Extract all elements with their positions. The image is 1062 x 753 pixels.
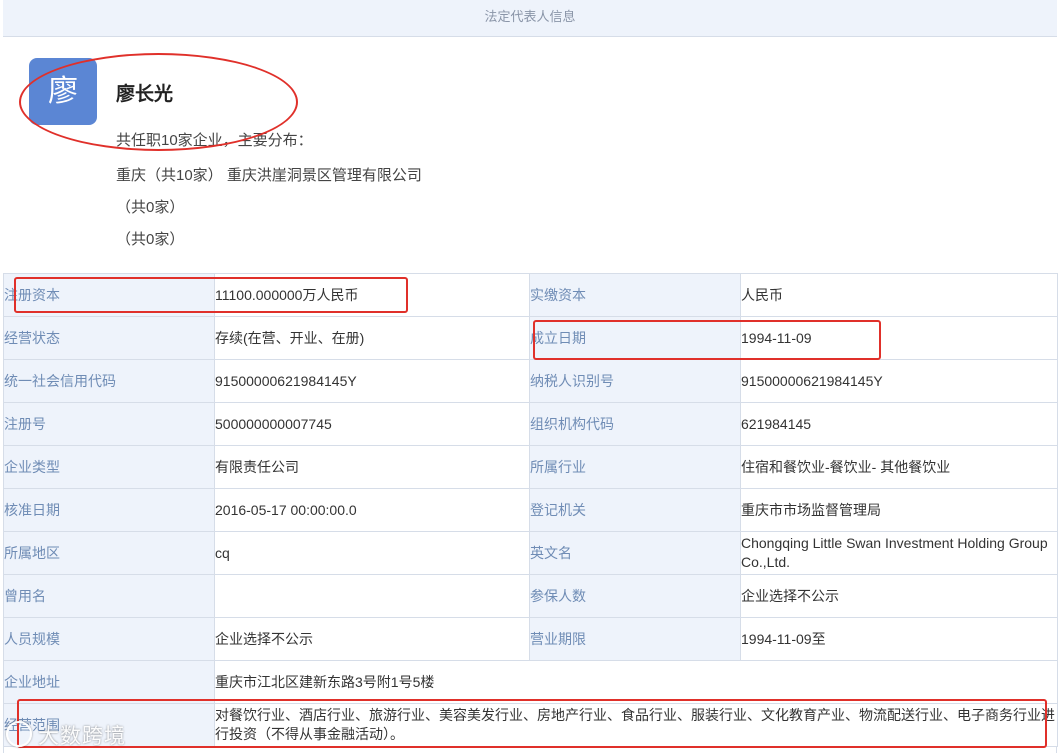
legal-representative-card: 廖 廖长光 共任职10家企业，主要分布： 重庆（共10家） 重庆洪崖洞景区管理有… bbox=[3, 37, 1057, 273]
field-value: 住宿和餐饮业-餐饮业- 其他餐饮业 bbox=[740, 445, 1058, 489]
field-value: 621984145 bbox=[740, 402, 1058, 446]
field-value: 1994-11-09 bbox=[740, 316, 1058, 360]
field-value: 企业选择不公示 bbox=[740, 574, 1058, 618]
field-value: 1994-11-09至 bbox=[740, 617, 1058, 661]
field-value: 91500000621984145Y bbox=[214, 359, 530, 403]
field-label: 纳税人识别号 bbox=[529, 359, 741, 403]
field-value: 重庆市江北区建新东路3号附1号5楼 bbox=[214, 660, 1058, 704]
field-value: 11100.000000万人民币 bbox=[214, 273, 530, 317]
field-label: 参保人数 bbox=[529, 574, 741, 618]
field-label: 所属地区 bbox=[3, 531, 215, 575]
field-value: 人民币 bbox=[740, 273, 1058, 317]
table-row: 统一社会信用代码 91500000621984145Y 纳税人识别号 91500… bbox=[3, 359, 1058, 403]
table-row: 人员规模 企业选择不公示 营业期限 1994-11-09至 bbox=[3, 617, 1058, 661]
table-row: 曾用名 参保人数 企业选择不公示 bbox=[3, 574, 1058, 618]
field-label: 核准日期 bbox=[3, 488, 215, 532]
avatar: 廖 bbox=[29, 58, 97, 125]
field-label: 人员规模 bbox=[3, 617, 215, 661]
table-row: 企业地址 重庆市江北区建新东路3号附1号5楼 bbox=[3, 660, 1058, 704]
position-summary: 共任职10家企业，主要分布： bbox=[116, 132, 313, 149]
table-row: 所属地区 cq 英文名 Chongqing Little Swan Invest… bbox=[3, 531, 1058, 575]
table-row: 经营状态 存续(在营、开业、在册) 成立日期 1994-11-09 bbox=[3, 316, 1058, 360]
table-row: 核准日期 2016-05-17 00:00:00.0 登记机关 重庆市市场监督管… bbox=[3, 488, 1058, 532]
field-label: 组织机构代码 bbox=[529, 402, 741, 446]
watermark: 大数跨境 bbox=[6, 720, 126, 750]
field-label: 企业类型 bbox=[3, 445, 215, 489]
field-value: 对餐饮行业、酒店行业、旅游行业、美容美发行业、房地产行业、食品行业、服装行业、文… bbox=[214, 703, 1058, 747]
field-value: 重庆市市场监督管理局 bbox=[740, 488, 1058, 532]
field-value: 2016-05-17 00:00:00.0 bbox=[214, 488, 530, 532]
field-label: 企业地址 bbox=[3, 660, 215, 704]
field-value: cq bbox=[214, 531, 530, 575]
watermark-logo-icon bbox=[6, 721, 32, 747]
field-label: 实缴资本 bbox=[529, 273, 741, 317]
business-info-table: 注册资本 11100.000000万人民币 实缴资本 人民币 经营状态 存续(在… bbox=[3, 273, 1058, 747]
field-label: 营业期限 bbox=[529, 617, 741, 661]
field-label: 成立日期 bbox=[529, 316, 741, 360]
field-value: 企业选择不公示 bbox=[214, 617, 530, 661]
table-row: 企业类型 有限责任公司 所属行业 住宿和餐饮业-餐饮业- 其他餐饮业 bbox=[3, 445, 1058, 489]
field-value: 有限责任公司 bbox=[214, 445, 530, 489]
field-value bbox=[214, 574, 530, 618]
section-title: 法定代表人信息 bbox=[3, 0, 1057, 37]
table-row: 注册号 500000000007745 组织机构代码 621984145 bbox=[3, 402, 1058, 446]
region-distribution-item: （共0家） bbox=[116, 199, 185, 216]
field-value: 500000000007745 bbox=[214, 402, 530, 446]
field-label: 统一社会信用代码 bbox=[3, 359, 215, 403]
field-label: 经营状态 bbox=[3, 316, 215, 360]
field-label: 注册资本 bbox=[3, 273, 215, 317]
region-distribution-item: （共0家） bbox=[116, 231, 185, 248]
field-label: 英文名 bbox=[529, 531, 741, 575]
table-row: 经营范围 对餐饮行业、酒店行业、旅游行业、美容美发行业、房地产行业、食品行业、服… bbox=[3, 703, 1058, 747]
watermark-text: 大数跨境 bbox=[38, 725, 126, 748]
field-label: 曾用名 bbox=[3, 574, 215, 618]
table-row: 注册资本 11100.000000万人民币 实缴资本 人民币 bbox=[3, 273, 1058, 317]
field-value: 91500000621984145Y bbox=[740, 359, 1058, 403]
person-name[interactable]: 廖长光 bbox=[116, 79, 173, 106]
field-value: Chongqing Little Swan Investment Holding… bbox=[740, 531, 1058, 575]
field-value: 存续(在营、开业、在册) bbox=[214, 316, 530, 360]
region-distribution-item[interactable]: 重庆（共10家） 重庆洪崖洞景区管理有限公司 bbox=[116, 164, 422, 185]
field-label: 注册号 bbox=[3, 402, 215, 446]
field-label: 所属行业 bbox=[529, 445, 741, 489]
field-label: 登记机关 bbox=[529, 488, 741, 532]
